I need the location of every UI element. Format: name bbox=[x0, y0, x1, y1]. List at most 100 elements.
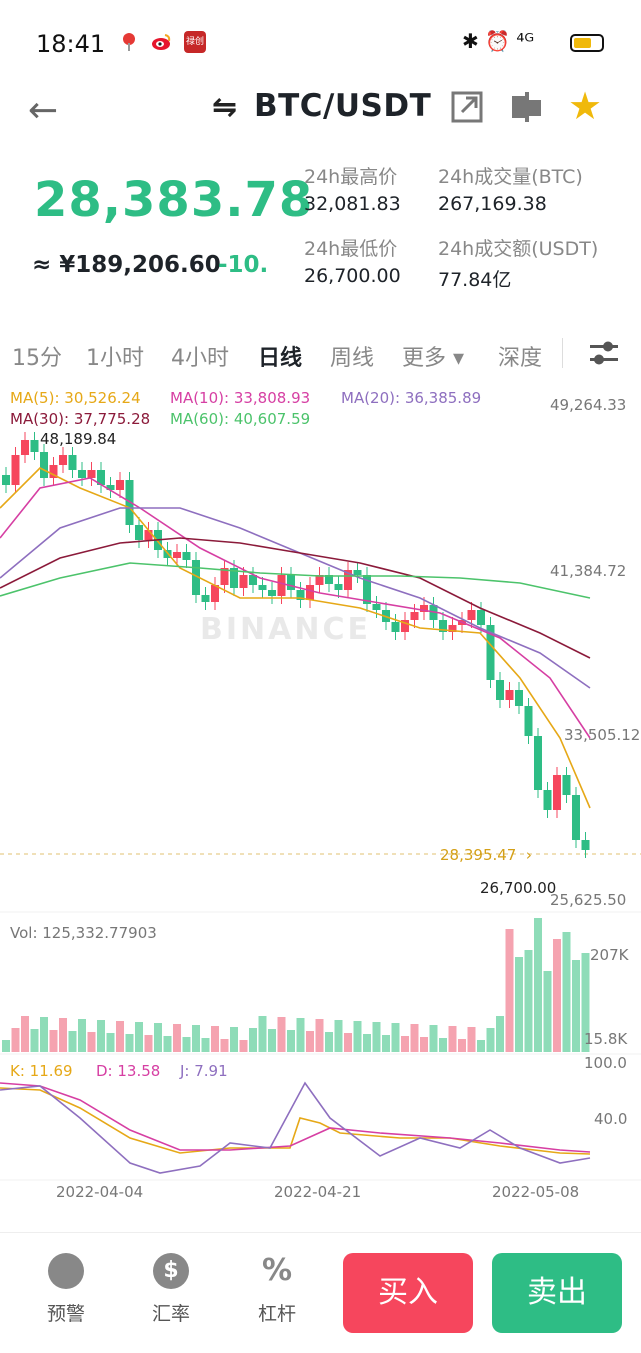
tab-15m[interactable]: 15分 bbox=[12, 340, 62, 372]
kline-chart[interactable] bbox=[0, 378, 641, 1208]
candle-body bbox=[410, 612, 419, 620]
candle-body bbox=[572, 795, 580, 840]
layout-icon[interactable] bbox=[510, 90, 544, 124]
volume-bar bbox=[2, 1040, 10, 1052]
volume-bar bbox=[353, 1021, 362, 1052]
low-value: 26,700.00 bbox=[304, 265, 401, 287]
swap-icon[interactable]: ⇋ bbox=[212, 90, 237, 125]
candle-body bbox=[78, 470, 86, 478]
volume-bar bbox=[325, 1032, 333, 1052]
tab-1h[interactable]: 1小时 bbox=[86, 340, 144, 372]
volume-bar bbox=[505, 929, 514, 1052]
weibo-icon bbox=[150, 31, 172, 53]
tab-more[interactable]: 更多 ▾ bbox=[402, 340, 464, 372]
high-marker: 48,189.84 bbox=[40, 430, 117, 448]
vol-usdt-value: 77.84亿 bbox=[438, 269, 512, 291]
tab-1w[interactable]: 周线 bbox=[330, 340, 374, 372]
volume-bar bbox=[192, 1025, 200, 1052]
volume-bar bbox=[239, 1040, 248, 1052]
candle-body bbox=[524, 706, 533, 736]
volume-bar bbox=[201, 1038, 210, 1052]
star-icon[interactable]: ★ bbox=[568, 84, 602, 128]
current-price-value: 28,395.47 bbox=[440, 846, 517, 864]
volume-bar bbox=[258, 1016, 267, 1052]
percent-icon: % bbox=[261, 1253, 293, 1288]
volume-bar bbox=[515, 957, 523, 1052]
sell-button[interactable]: 卖出 bbox=[492, 1253, 622, 1333]
volume-bar bbox=[49, 1030, 58, 1052]
leverage-label: 杠杆 bbox=[257, 1303, 296, 1325]
candle-body bbox=[562, 775, 571, 795]
alert-button[interactable]: 预警 bbox=[26, 1253, 106, 1326]
candle-body bbox=[144, 530, 153, 540]
date-label: 2022-04-21 bbox=[274, 1183, 362, 1201]
kdj-axis-top: 100.0 bbox=[584, 1054, 627, 1072]
leverage-button[interactable]: % 杠杆 bbox=[237, 1253, 317, 1326]
volume-bar bbox=[524, 950, 533, 1052]
candle-body bbox=[477, 610, 485, 625]
date-label: 2022-05-08 bbox=[492, 1183, 580, 1201]
status-time: 18:41 bbox=[36, 30, 106, 58]
volume-axis-top: 207K bbox=[590, 946, 629, 964]
interval-tabs: 15分 1小时 4小时 日线 周线 更多 ▾ 深度 bbox=[0, 330, 641, 378]
kdj-d-label: D: 13.58 bbox=[96, 1062, 161, 1080]
watermark: BINANCE bbox=[200, 612, 371, 647]
candle-body bbox=[201, 595, 210, 602]
tab-1d[interactable]: 日线 bbox=[258, 340, 302, 372]
candle-body bbox=[543, 790, 552, 810]
volume-bar bbox=[344, 1033, 352, 1052]
header: ← ⇋ BTC/USDT ★ bbox=[0, 76, 641, 140]
volume-bar bbox=[410, 1024, 419, 1052]
candle-body bbox=[515, 690, 523, 706]
candle-body bbox=[372, 604, 381, 610]
tab-depth[interactable]: 深度 bbox=[498, 340, 542, 372]
price-axis-label: 25,625.50 bbox=[550, 891, 627, 909]
volume-bar bbox=[562, 932, 571, 1052]
pair-title[interactable]: BTC/USDT bbox=[254, 88, 431, 124]
volume-bar bbox=[135, 1022, 143, 1052]
volume-bar bbox=[486, 1028, 495, 1052]
date-label: 2022-04-04 bbox=[56, 1183, 144, 1201]
tab-4h[interactable]: 4小时 bbox=[171, 340, 229, 372]
current-price-tag[interactable]: 28,395.47 › bbox=[440, 846, 532, 864]
volume-bar bbox=[420, 1037, 428, 1052]
volume-bar bbox=[391, 1023, 400, 1052]
volume-bar bbox=[11, 1028, 20, 1052]
volume-bar bbox=[125, 1034, 134, 1052]
volume-bar bbox=[296, 1018, 305, 1052]
volume-bar bbox=[182, 1037, 191, 1052]
vol-btc-value: 267,169.38 bbox=[438, 193, 547, 215]
volume-bar bbox=[144, 1035, 153, 1052]
kdj-axis-mid: 40.0 bbox=[594, 1110, 628, 1128]
low-label: 24h最低价 bbox=[304, 238, 398, 260]
volume-bar bbox=[448, 1026, 457, 1052]
candle-body bbox=[534, 736, 542, 790]
battery-icon bbox=[570, 34, 604, 52]
candle-body bbox=[467, 610, 476, 620]
kdj-k-label: K: 11.69 bbox=[10, 1062, 73, 1080]
candle-body bbox=[496, 680, 504, 700]
volume-bar bbox=[116, 1021, 124, 1052]
volume-bar bbox=[68, 1031, 77, 1052]
price-axis-label: 33,505.12 bbox=[564, 726, 641, 744]
kdj-j-label: J: 7.91 bbox=[180, 1062, 228, 1080]
ma60-label: MA(60): 40,607.59 bbox=[170, 410, 311, 428]
settings-sliders-icon[interactable] bbox=[588, 338, 620, 370]
volume-bar bbox=[429, 1025, 438, 1052]
volume-bar bbox=[382, 1035, 390, 1052]
volume-bar bbox=[277, 1017, 286, 1052]
volume-bar bbox=[458, 1039, 466, 1052]
rate-button[interactable]: $ 汇率 bbox=[131, 1253, 211, 1326]
vol-usdt-label: 24h成交额(USDT) bbox=[438, 238, 599, 260]
volume-bar bbox=[249, 1028, 257, 1052]
candle-body bbox=[87, 470, 96, 478]
low-marker: 26,700.00 bbox=[480, 879, 557, 897]
share-icon[interactable] bbox=[450, 90, 484, 124]
volume-bar bbox=[173, 1024, 181, 1052]
candle-body bbox=[173, 552, 181, 558]
volume-bar bbox=[211, 1026, 219, 1052]
buy-button[interactable]: 买入 bbox=[343, 1253, 473, 1333]
back-arrow-icon[interactable]: ← bbox=[28, 90, 58, 131]
volume-bar bbox=[477, 1040, 485, 1052]
candle-body bbox=[11, 455, 20, 485]
